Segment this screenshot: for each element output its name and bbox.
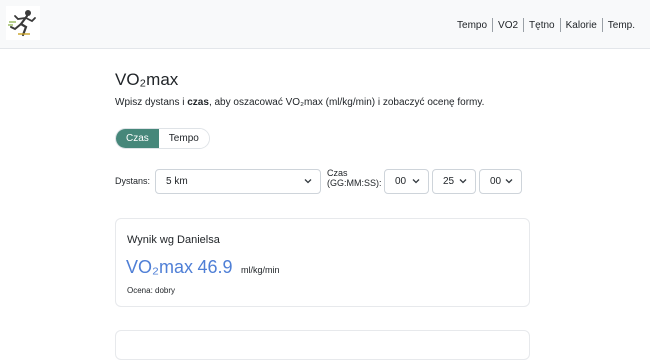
main-nav: Tempo VO2 Tętno Kalorie Temp.: [453, 18, 639, 32]
page-description: Wpisz dystans i czas, aby oszacować VO₂m…: [115, 97, 484, 108]
time-label-line1: Czas: [327, 168, 348, 178]
secondary-card: [115, 330, 530, 360]
vo2max-value: 46.9: [197, 257, 233, 277]
minutes-value: 25: [443, 176, 455, 187]
time-label-line2: (GG:MM:SS):: [327, 178, 382, 188]
mode-czas-button[interactable]: Czas: [116, 129, 159, 148]
minutes-select[interactable]: 25: [432, 169, 476, 194]
result-card-title: Wynik wg Danielsa: [127, 234, 220, 246]
description-text: , aby oszacować VO₂max (ml/kg/min) i zob…: [208, 97, 485, 108]
vo2max-unit: ml/kg/min: [240, 265, 280, 275]
distance-select[interactable]: 5 km: [155, 169, 321, 194]
nav-divider: [492, 18, 494, 32]
distance-label: Dystans:: [115, 176, 151, 186]
hours-value: 00: [395, 176, 407, 187]
nav-divider: [523, 18, 525, 32]
runner-logo-icon[interactable]: [6, 6, 40, 40]
chevron-down-icon: [412, 179, 420, 184]
distance-value: 5 km: [166, 176, 188, 187]
fitness-rating: Ocena: dobry: [127, 286, 176, 295]
nav-link-vo2[interactable]: VO2: [494, 20, 522, 31]
top-navbar: Tempo VO2 Tętno Kalorie Temp.: [0, 0, 650, 49]
vo2max-result: VO₂max 46.9 ml/kg/min: [126, 257, 279, 278]
chevron-down-icon: [459, 179, 467, 184]
seconds-value: 00: [490, 176, 502, 187]
description-bold: czas: [187, 97, 209, 108]
seconds-select[interactable]: 00: [479, 169, 522, 194]
vo2max-metric: VO₂max: [126, 257, 193, 277]
nav-link-tetno[interactable]: Tętno: [525, 20, 559, 31]
page-title: VO₂max: [115, 70, 179, 89]
nav-divider: [601, 18, 603, 32]
nav-divider: [559, 18, 561, 32]
description-text: Wpisz dystans i: [115, 97, 188, 108]
mode-tempo-button[interactable]: Tempo: [158, 129, 209, 148]
result-card: Wynik wg Danielsa VO₂max 46.9 ml/kg/min …: [115, 218, 530, 307]
chevron-down-icon: [505, 179, 513, 184]
mode-toggle: Czas Tempo: [115, 128, 210, 149]
time-label: Czas (GG:MM:SS):: [327, 168, 382, 188]
nav-link-temp[interactable]: Temp.: [604, 20, 639, 31]
hours-select[interactable]: 00: [384, 169, 429, 194]
nav-link-tempo[interactable]: Tempo: [453, 20, 491, 31]
nav-link-kalorie[interactable]: Kalorie: [562, 20, 601, 31]
chevron-down-icon: [304, 179, 312, 184]
